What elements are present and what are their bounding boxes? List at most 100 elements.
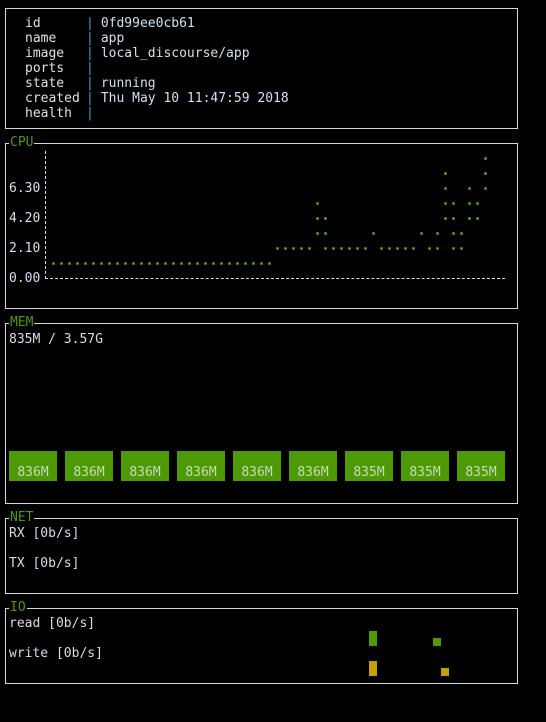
separator: | (86, 31, 94, 46)
separator: | (86, 91, 94, 106)
cpu-point (460, 247, 463, 250)
info-key: id (25, 16, 41, 31)
info-key: ports (25, 61, 65, 76)
cpu-point (364, 247, 367, 250)
cpu-point (148, 262, 151, 265)
cpu-point (132, 262, 135, 265)
cpu-point (444, 172, 447, 175)
mem-panel: MEM 835M / 3.57G 836M 836M 836M 836M 836M 836… (5, 316, 518, 504)
cpu-point (420, 232, 423, 235)
net-title: NET (9, 510, 35, 525)
cpu-point (68, 262, 71, 265)
net-rx: RX [0b/s] (9, 526, 80, 541)
info-value: 0fd99ee0cb61 (100, 16, 195, 31)
io-panel: IO read [0b/s] write [0b/s] (5, 601, 518, 684)
cpu-title: CPU (9, 135, 35, 150)
cpu-point (260, 262, 263, 265)
cpu-point (276, 247, 279, 250)
cpu-point (116, 262, 119, 265)
mem-bar: 836M (177, 451, 225, 481)
cpu-point (484, 187, 487, 190)
cpu-point (452, 247, 455, 250)
cpu-point (92, 262, 95, 265)
cpu-point (372, 232, 375, 235)
cpu-point (76, 262, 79, 265)
cpu-point (444, 202, 447, 205)
net-tx: TX [0b/s] (9, 556, 80, 571)
cpu-point (452, 232, 455, 235)
cpu-point (228, 262, 231, 265)
info-value: running (100, 76, 156, 91)
cpu-point (356, 247, 359, 250)
cpu-point (476, 217, 479, 220)
info-row-health: health | (25, 106, 101, 121)
info-key: name (25, 31, 57, 46)
cpu-point (308, 247, 311, 250)
cpu-point (172, 262, 175, 265)
cpu-point (476, 202, 479, 205)
cpu-point (436, 232, 439, 235)
cpu-point (252, 262, 255, 265)
cpu-point (316, 217, 319, 220)
cpu-point (236, 262, 239, 265)
cpu-point (316, 232, 319, 235)
cpu-point (204, 262, 207, 265)
info-row-id: id | 0fd99ee0cb61 (25, 16, 195, 31)
cpu-point (444, 187, 447, 190)
cpu-point (468, 202, 471, 205)
separator: | (86, 46, 94, 61)
info-value: Thu May 10 11:47:59 2018 (100, 91, 289, 106)
io-write-bar (441, 668, 449, 676)
io-write: write [0b/s] (9, 646, 103, 661)
cpu-point (292, 247, 295, 250)
cpu-point (468, 187, 471, 190)
separator: | (86, 16, 94, 31)
mem-title: MEM (9, 315, 35, 330)
mem-bar: 835M (345, 451, 393, 481)
io-title: IO (9, 600, 27, 615)
cpu-x-axis (45, 278, 505, 279)
info-value: local_discourse/app (100, 46, 250, 61)
cpu-point (284, 247, 287, 250)
cpu-point (316, 202, 319, 205)
cpu-point (52, 262, 55, 265)
mem-bar: 836M (9, 451, 57, 481)
io-read-bar (433, 638, 441, 646)
cpu-point (180, 262, 183, 265)
cpu-point (84, 262, 87, 265)
cpu-point (124, 262, 127, 265)
cpu-point (396, 247, 399, 250)
net-panel: NET RX [0b/s] TX [0b/s] (5, 511, 518, 594)
cpu-point (108, 262, 111, 265)
info-row-created: created | Thu May 10 11:47:59 2018 (25, 91, 289, 106)
separator: | (86, 106, 94, 121)
mem-bar: 836M (289, 451, 337, 481)
cpu-point (404, 247, 407, 250)
container-info-panel: id | 0fd99ee0cb61 name | app image | local_disco… (5, 8, 518, 129)
cpu-y-axis (45, 151, 46, 279)
cpu-panel: CPU 6.30 4.20 2.10 0.00 (5, 136, 518, 309)
cpu-point (324, 232, 327, 235)
cpu-point (484, 172, 487, 175)
cpu-point (380, 247, 383, 250)
mem-summary: 835M / 3.57G (9, 332, 103, 347)
cpu-point (324, 217, 327, 220)
cpu-point (140, 262, 143, 265)
info-row-image: image | local_discourse/app (25, 46, 250, 61)
mem-bar: 836M (233, 451, 281, 481)
info-key: health (25, 106, 72, 121)
cpu-point (300, 247, 303, 250)
mem-bar: 836M (121, 451, 169, 481)
mem-bar: 835M (457, 451, 505, 481)
cpu-point (60, 262, 63, 265)
cpu-point (436, 247, 439, 250)
cpu-point (388, 247, 391, 250)
cpu-point (348, 247, 351, 250)
separator: | (86, 61, 94, 76)
cpu-point (188, 262, 191, 265)
info-key: created (25, 91, 80, 106)
mem-bar: 836M (65, 451, 113, 481)
io-write-bar (369, 661, 377, 676)
info-value: app (100, 31, 125, 46)
info-key: image (25, 46, 65, 61)
